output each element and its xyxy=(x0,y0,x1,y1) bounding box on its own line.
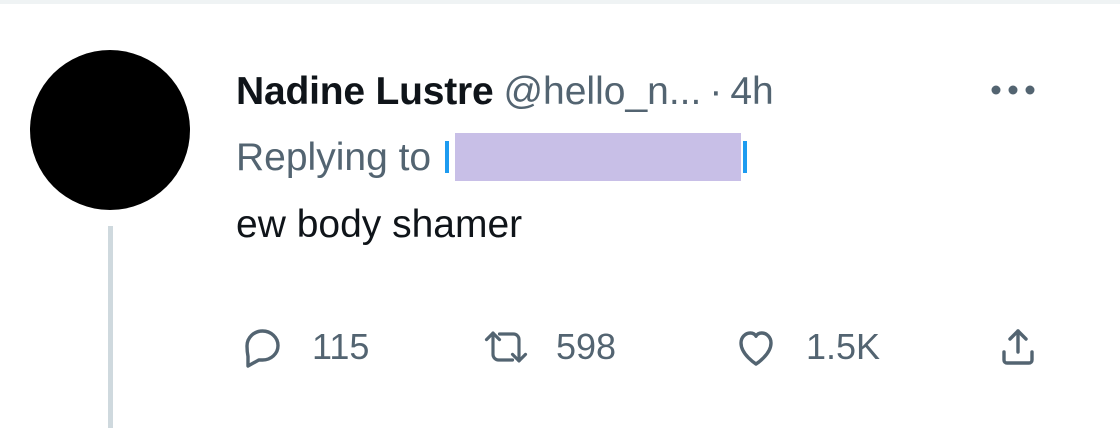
display-name[interactable]: Nadine Lustre xyxy=(236,72,494,111)
like-count: 1.5K xyxy=(806,326,881,367)
mention-end-fragment xyxy=(743,141,748,173)
mention-start-fragment xyxy=(445,141,450,173)
replying-to-label: Replying to xyxy=(236,135,432,179)
replying-to-row: Replying to xyxy=(236,128,1056,186)
tweet-actions: 115 598 1.5K xyxy=(236,314,1056,380)
redaction-block xyxy=(455,133,742,181)
avatar-column xyxy=(30,50,190,428)
thread-line xyxy=(108,226,113,428)
replying-to-mention[interactable] xyxy=(443,133,749,181)
more-icon xyxy=(989,84,1037,96)
tweet-text: ew body shamer xyxy=(236,203,523,246)
reply-count: 115 xyxy=(312,326,370,367)
more-options-button[interactable] xyxy=(984,68,1042,112)
reply-button[interactable]: 115 xyxy=(236,314,369,380)
tweet-header: Nadine Lustre @hello_n... · 4h xyxy=(236,60,1056,122)
retweet-button[interactable]: 598 xyxy=(480,314,616,380)
like-button[interactable]: 1.5K xyxy=(730,314,880,380)
reply-icon xyxy=(236,321,288,373)
user-handle[interactable]: @hello_n... xyxy=(503,72,701,111)
avatar[interactable] xyxy=(30,50,190,210)
retweet-icon xyxy=(480,321,532,373)
tweet-content: Nadine Lustre @hello_n... · 4h Replying … xyxy=(236,60,1056,248)
tweet-card[interactable]: Nadine Lustre @hello_n... · 4h Replying … xyxy=(0,0,1120,428)
share-button[interactable] xyxy=(992,314,1044,380)
header-separator: · xyxy=(709,69,723,113)
retweet-count: 598 xyxy=(556,326,617,367)
tweet-timestamp[interactable]: 4h xyxy=(730,72,773,111)
share-icon xyxy=(992,321,1044,373)
heart-icon xyxy=(730,321,782,373)
